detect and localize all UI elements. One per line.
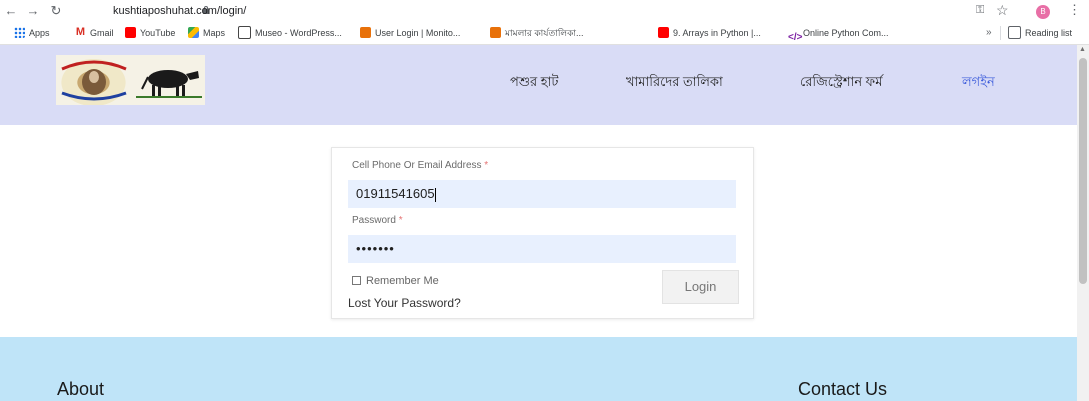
site-header: পশুর হাট খামারিদের তালিকা রেজিস্ট্রেশান … <box>0 45 1077 125</box>
username-input[interactable]: 01911541605 <box>348 180 736 208</box>
reading-list-button[interactable]: Reading list <box>1008 22 1072 44</box>
key-icon[interactable]: ⚿ <box>976 4 984 17</box>
bookmark-label: Maps <box>203 28 226 38</box>
lost-password-link[interactable]: Lost Your Password? <box>348 296 461 310</box>
apps-grid-icon <box>14 27 25 39</box>
text-caret <box>434 187 436 202</box>
bookmark-label: 9. Arrays in Python |... <box>673 28 761 38</box>
bookmark-gmail[interactable]: M Gmail <box>75 22 114 44</box>
bookmark-label: Online Python Com... <box>803 28 889 38</box>
bookmark-icon <box>360 27 371 39</box>
bookmark-wordpress[interactable]: Museo - WordPress... <box>238 22 342 44</box>
wordpress-icon <box>238 26 251 40</box>
bookmark-label: User Login | Monito... <box>375 28 461 38</box>
maps-icon <box>188 27 199 39</box>
scroll-up-arrow-icon[interactable]: ▲ <box>1079 46 1086 53</box>
bookmark-label: YouTube <box>140 28 176 38</box>
logo-emblem <box>56 55 131 105</box>
password-input[interactable]: ••••••• <box>348 235 736 263</box>
scrollbar-thumb[interactable] <box>1079 58 1087 284</box>
bookmark-label: Museo - WordPress... <box>255 28 342 38</box>
nav-item-registration-form[interactable]: রেজিস্ট্রেশান ফর্ম <box>800 73 882 94</box>
username-label: Cell Phone Or Email Address * <box>352 160 488 171</box>
username-value: 01911541605 <box>356 186 435 201</box>
back-arrow-icon[interactable]: ← <box>4 3 18 19</box>
bookmarks-bar: Apps M Gmail YouTube Maps Museo - WordPre… <box>0 22 1089 45</box>
site-logo[interactable] <box>56 55 205 105</box>
reading-list-label: Reading list <box>1025 28 1073 38</box>
remember-me[interactable]: Remember Me <box>352 275 439 287</box>
star-icon[interactable]: ☆ <box>996 2 1009 19</box>
youtube-icon <box>658 27 669 39</box>
footer-about-title: About <box>57 379 105 399</box>
nav-item-login[interactable]: লগইন <box>962 73 995 94</box>
nav-item-farmer-list[interactable]: খামারিদের তালিকা <box>626 73 723 94</box>
site-footer: About Contact Us <box>0 337 1077 401</box>
required-mark: * <box>484 160 489 171</box>
bookmark-label: Gmail <box>90 28 114 38</box>
youtube-icon <box>125 27 136 39</box>
bookmark-icon <box>490 27 501 39</box>
password-label: Password * <box>352 215 403 226</box>
more-menu-icon[interactable]: ⋮ <box>1068 2 1081 18</box>
reading-list-icon <box>1008 26 1021 40</box>
nav-item-cattle-market[interactable]: পশুর হাট <box>510 73 558 94</box>
bookmark-label: মামলার কার্যতালিকা... <box>505 28 584 38</box>
emblem-icon <box>61 60 127 101</box>
bookmark-maps[interactable]: Maps <box>188 22 225 44</box>
bookmark-apps[interactable]: Apps <box>14 22 50 44</box>
bookmark-arrays-python[interactable]: 9. Arrays in Python |... <box>658 22 761 44</box>
bookmark-online-python[interactable]: </>Online Python Com... <box>788 22 889 44</box>
username-label-text: Cell Phone Or Email Address <box>352 160 482 171</box>
gmail-icon: M <box>75 26 86 39</box>
cow-icon <box>136 70 202 98</box>
password-label-text: Password <box>352 215 396 226</box>
bookmark-label: Apps <box>29 28 50 38</box>
login-button[interactable]: Login <box>662 270 739 304</box>
bookmarks-overflow-icon[interactable]: » <box>986 22 992 44</box>
profile-avatar[interactable]: B <box>1036 5 1050 19</box>
reload-icon[interactable]: ↻ <box>49 3 63 19</box>
code-icon: </> <box>788 32 803 44</box>
bookmark-user-login[interactable]: User Login | Monito... <box>360 22 460 44</box>
required-mark: * <box>398 215 403 226</box>
bookmark-youtube[interactable]: YouTube <box>125 22 175 44</box>
url-text: kushtiaposhuhat.com/login/ <box>113 5 247 17</box>
remember-me-label: Remember Me <box>366 275 439 287</box>
browser-toolbar: ← → ↻ kushtiaposhuhat.com/login/ ⚿ ☆ B ⋮ <box>0 0 1089 22</box>
divider <box>1000 26 1001 40</box>
footer-contact-title: Contact Us <box>798 379 888 399</box>
bookmark-case-list[interactable]: মামলার কার্যতালিকা... <box>490 22 584 44</box>
remember-me-checkbox[interactable] <box>352 275 361 285</box>
forward-arrow-icon[interactable]: → <box>26 3 40 19</box>
login-form: Cell Phone Or Email Address * 0191154160… <box>331 147 754 319</box>
